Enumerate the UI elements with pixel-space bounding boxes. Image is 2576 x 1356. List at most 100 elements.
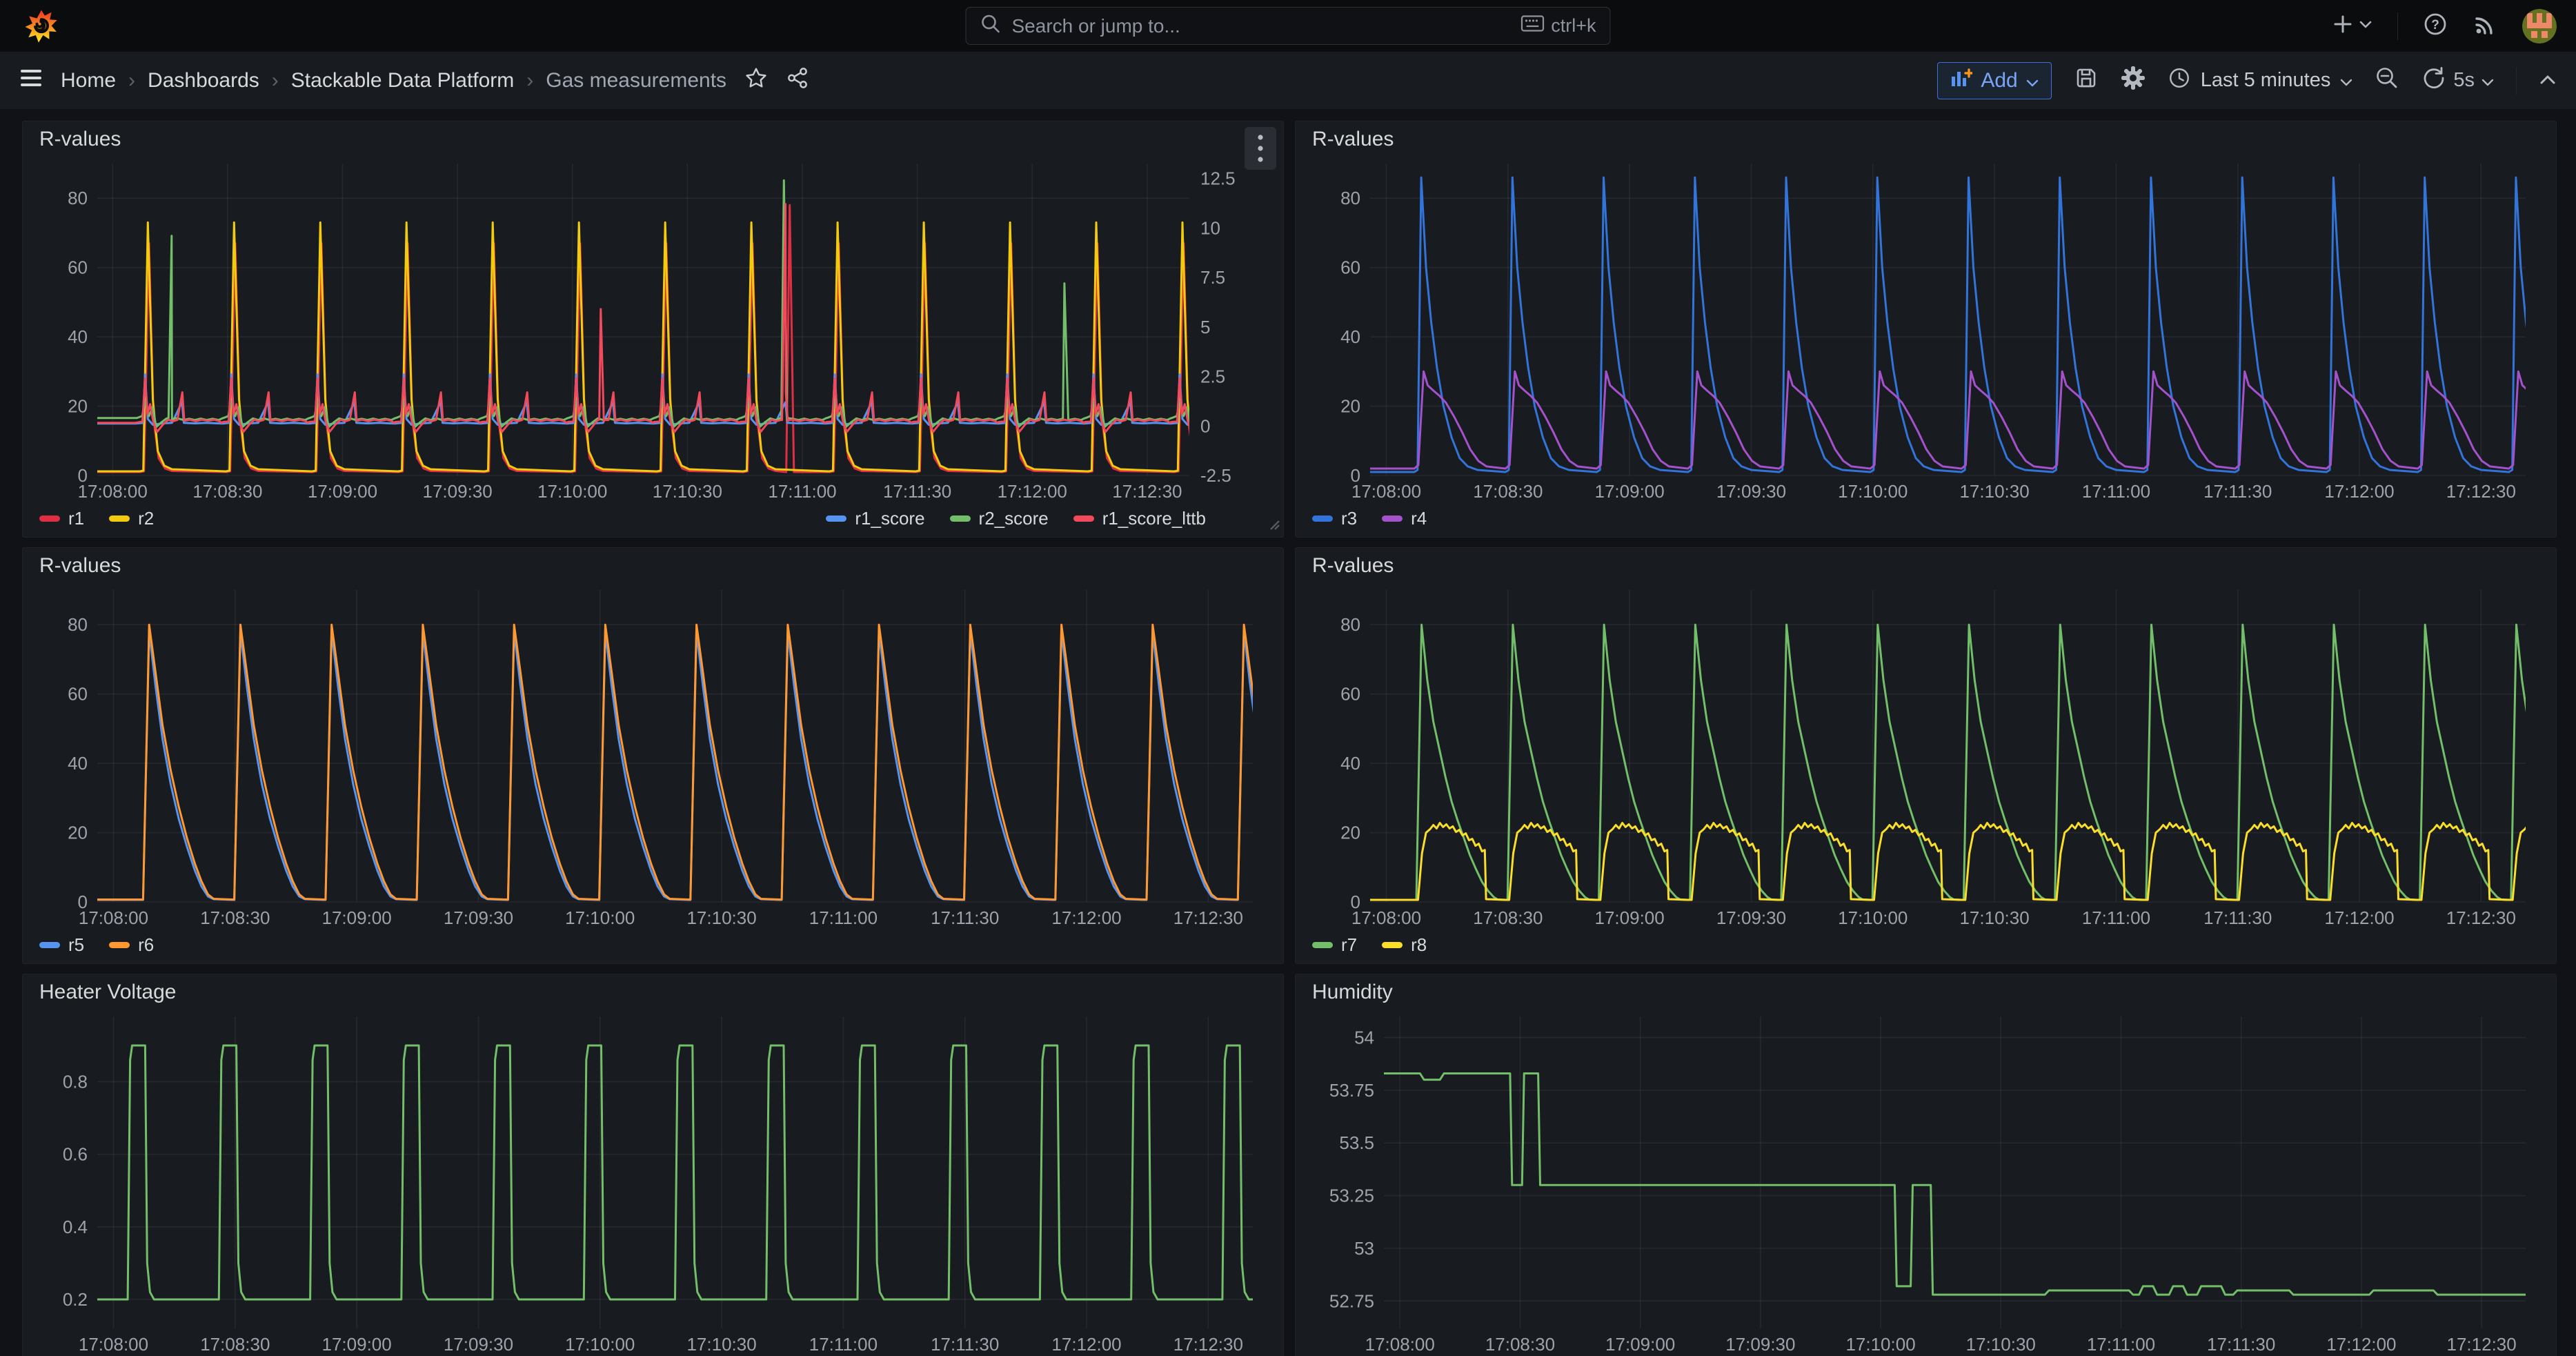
svg-text:?: ? — [2431, 18, 2439, 32]
help-button[interactable]: ? — [2423, 12, 2448, 40]
search-icon — [980, 13, 1001, 39]
collapse-toolbar-button[interactable] — [2539, 69, 2557, 92]
svg-text:80: 80 — [1340, 188, 1360, 209]
series-humidity — [1384, 1074, 2526, 1295]
svg-text:5: 5 — [1200, 317, 1210, 337]
breadcrumb-dashboards[interactable]: Dashboards — [148, 69, 259, 92]
refresh-button[interactable]: 5s — [2421, 66, 2494, 96]
search-input[interactable]: Search or jump to... ctrl+k — [966, 7, 1611, 45]
panel-r-values-3: R-values02040608017:08:0017:08:3017:09:0… — [22, 547, 1284, 964]
panel-header[interactable]: R-values — [1307, 548, 2545, 583]
legend-item-r5[interactable]: r5 — [39, 934, 84, 956]
help-icon: ? — [2423, 12, 2448, 40]
user-avatar[interactable] — [2522, 9, 2557, 43]
legend-item-r1_score_lttb[interactable]: r1_score_lttb — [1073, 508, 1206, 529]
series-r3 — [1370, 178, 2545, 473]
legend-item-r3[interactable]: r3 — [1312, 508, 1357, 529]
dashboard-settings-button[interactable] — [2121, 66, 2146, 96]
svg-text:17:10:00: 17:10:00 — [1845, 1334, 1915, 1355]
legend-item-r1_score[interactable]: r1_score — [826, 508, 924, 529]
svg-text:60: 60 — [68, 684, 88, 705]
share-button[interactable] — [786, 66, 809, 95]
svg-text:0.8: 0.8 — [63, 1072, 88, 1092]
save-dashboard-button[interactable] — [2074, 66, 2099, 96]
svg-text:17:12:30: 17:12:30 — [2447, 1334, 2517, 1355]
svg-text:17:09:00: 17:09:00 — [1595, 481, 1665, 502]
legend-item-r4[interactable]: r4 — [1382, 508, 1427, 529]
svg-text:17:12:00: 17:12:00 — [1051, 1334, 1121, 1355]
add-panel-button[interactable]: Add — [1937, 62, 2051, 99]
chart-area[interactable]: 02040608017:08:0017:08:3017:09:0017:09:3… — [1307, 157, 2545, 507]
svg-text:17:11:30: 17:11:30 — [883, 481, 951, 502]
legend-item-r6[interactable]: r6 — [109, 934, 154, 956]
svg-text:10: 10 — [1200, 218, 1220, 239]
legend-item-r2_score[interactable]: r2_score — [950, 508, 1049, 529]
time-range-picker[interactable]: Last 5 minutes — [2168, 66, 2353, 95]
chart-area[interactable]: 0.20.40.60.817:08:0017:08:3017:09:0017:0… — [34, 1010, 1272, 1356]
chart-area[interactable]: 02040608017:08:0017:08:3017:09:0017:09:3… — [34, 583, 1272, 933]
svg-text:17:12:30: 17:12:30 — [1112, 481, 1182, 502]
legend-label: r2_score — [979, 508, 1049, 529]
svg-text:54: 54 — [1354, 1028, 1374, 1048]
svg-text:40: 40 — [68, 754, 88, 774]
legend-swatch — [109, 942, 130, 948]
svg-text:17:12:00: 17:12:00 — [998, 481, 1067, 502]
svg-text:17:08:00: 17:08:00 — [79, 1334, 148, 1355]
svg-text:17:10:00: 17:10:00 — [565, 1334, 635, 1355]
svg-text:7.5: 7.5 — [1200, 267, 1225, 288]
refresh-interval-label[interactable]: 5s — [2453, 69, 2475, 92]
grafana-logo-icon[interactable] — [23, 8, 59, 44]
time-range-label: Last 5 minutes — [2201, 69, 2331, 92]
svg-text:17:11:30: 17:11:30 — [2207, 1334, 2275, 1355]
chart-area[interactable]: 52.755353.2553.553.755417:08:0017:08:301… — [1307, 1010, 2545, 1356]
svg-text:17:11:00: 17:11:00 — [809, 907, 878, 928]
svg-text:20: 20 — [1340, 823, 1360, 843]
svg-text:17:09:30: 17:09:30 — [1725, 1334, 1795, 1355]
panel-menu-button[interactable] — [1245, 127, 1276, 170]
chart-area[interactable]: 02040608017:08:0017:08:3017:09:0017:09:3… — [34, 157, 1272, 507]
svg-text:17:08:30: 17:08:30 — [1485, 1334, 1555, 1355]
panel-header[interactable]: R-values — [34, 548, 1272, 583]
svg-text:17:09:30: 17:09:30 — [444, 907, 513, 928]
breadcrumb-folder[interactable]: Stackable Data Platform — [291, 69, 514, 92]
legend-item-r2[interactable]: r2 — [109, 508, 154, 529]
panel-r-values-2: R-values02040608017:08:0017:08:3017:09:0… — [1295, 121, 2557, 538]
panel-header[interactable]: R-values — [1307, 121, 2545, 157]
svg-text:17:09:30: 17:09:30 — [1716, 907, 1786, 928]
svg-text:40: 40 — [1340, 327, 1360, 348]
favorite-button[interactable] — [744, 66, 768, 95]
svg-text:17:12:00: 17:12:00 — [1051, 907, 1121, 928]
svg-text:60: 60 — [68, 257, 88, 278]
svg-text:40: 40 — [68, 327, 88, 348]
svg-text:17:09:30: 17:09:30 — [423, 481, 493, 502]
keyboard-icon — [1520, 15, 1544, 37]
dashboard-toolbar: Home › Dashboards › Stackable Data Platf… — [0, 52, 2576, 110]
svg-text:53.5: 53.5 — [1339, 1133, 1374, 1154]
svg-text:17:09:30: 17:09:30 — [444, 1334, 513, 1355]
panel-header[interactable]: Humidity — [1307, 974, 2545, 1010]
svg-text:17:10:00: 17:10:00 — [565, 907, 635, 928]
new-menu-button[interactable] — [2332, 14, 2372, 38]
breadcrumb-home[interactable]: Home — [61, 69, 116, 92]
panel-header[interactable]: R-values — [34, 121, 1272, 157]
chart-area[interactable]: 02040608017:08:0017:08:3017:09:0017:09:3… — [1307, 583, 2545, 933]
svg-text:17:12:00: 17:12:00 — [2324, 481, 2394, 502]
svg-text:0: 0 — [1200, 416, 1210, 437]
zoom-out-button[interactable] — [2375, 66, 2399, 96]
svg-text:20: 20 — [68, 396, 88, 417]
panel-resize-handle[interactable] — [1268, 518, 1280, 534]
legend-item-r7[interactable]: r7 — [1312, 934, 1357, 956]
legend-item-r8[interactable]: r8 — [1382, 934, 1427, 956]
svg-text:17:11:00: 17:11:00 — [768, 481, 836, 502]
mega-menu-button[interactable] — [19, 68, 43, 93]
save-icon — [2074, 66, 2099, 96]
news-button[interactable] — [2473, 12, 2497, 40]
legend-item-r1[interactable]: r1 — [39, 508, 84, 529]
series-heatervoltage — [97, 1045, 1272, 1299]
panel-title: Humidity — [1312, 981, 1393, 1004]
legend-label: r2 — [138, 508, 154, 529]
svg-text:80: 80 — [68, 615, 88, 636]
panel-header[interactable]: Heater Voltage — [34, 974, 1272, 1010]
legend-swatch — [826, 515, 846, 522]
legend-swatch — [39, 942, 60, 948]
